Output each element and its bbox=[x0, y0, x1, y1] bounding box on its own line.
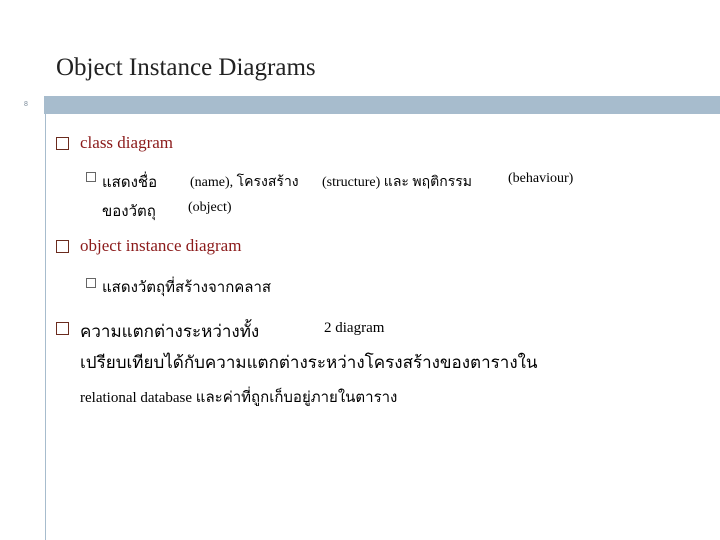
bullet-difference-line3: relational database และค่าที่ถูกเก็บอยู่… bbox=[80, 390, 398, 406]
sub-text-1c: (structure) และ พฤติกรรม bbox=[322, 175, 472, 190]
square-bullet-icon bbox=[56, 137, 69, 150]
sub-bullet-icon bbox=[86, 278, 96, 288]
bullet-object-instance-diagram: object instance diagram bbox=[80, 236, 242, 255]
square-bullet-icon bbox=[56, 240, 69, 253]
header-bar bbox=[44, 96, 720, 114]
sub-text-2b: (object) bbox=[188, 200, 232, 215]
bullet-difference-line2: เปรียบเทียบได้กับความแตกต่างระหว่างโครงส… bbox=[80, 353, 538, 372]
left-divider-line bbox=[45, 114, 46, 540]
sub-text-1d: (behaviour) bbox=[508, 171, 574, 186]
sub-text-object: แสดงวัตถุที่สร้างจากคลาส bbox=[102, 280, 272, 296]
sub-bullet-icon bbox=[86, 172, 96, 182]
slide-title: Object Instance Diagrams bbox=[56, 54, 316, 81]
bullet-class-diagram: class diagram bbox=[80, 133, 173, 152]
sub-text-1a: แสดงชื่อ bbox=[102, 175, 158, 191]
square-bullet-icon bbox=[56, 322, 69, 335]
sub-text-1b: (name), โครงสร้าง bbox=[190, 175, 299, 190]
bullet-difference-b: 2 diagram bbox=[324, 320, 385, 336]
slide-number: 8 bbox=[24, 101, 28, 108]
bullet-difference-a: ความแตกต่างระหว่างทั้ง bbox=[80, 322, 260, 341]
sub-text-2a: ของวัตถุ bbox=[102, 204, 156, 220]
